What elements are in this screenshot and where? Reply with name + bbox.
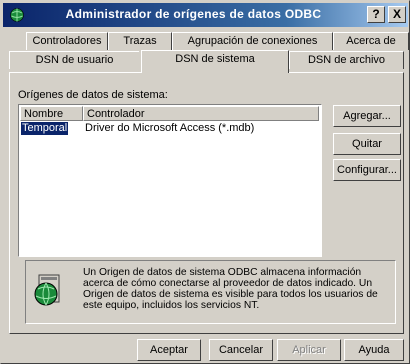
info-text: Un Origen de datos de sistema ODBC almac… (83, 267, 378, 311)
close-button[interactable]: X (388, 6, 406, 23)
tab-acerca-de[interactable]: Acerca de (333, 32, 409, 50)
odbc-dialog: Administrador de orígenes de datos ODBC … (0, 0, 410, 364)
add-button[interactable]: Agregar... (333, 105, 401, 127)
configure-button[interactable]: Configurar... (333, 159, 401, 181)
tab-dsn-sistema[interactable]: DSN de sistema (141, 50, 289, 73)
title-bar[interactable]: Administrador de orígenes de datos ODBC … (3, 3, 408, 27)
apply-button[interactable]: Aplicar (277, 339, 341, 361)
row-driver-cell: Driver do Microsoft Access (*.mdb) (85, 122, 255, 134)
tab-dsn-usuario[interactable]: DSN de usuario (9, 51, 139, 69)
remove-button[interactable]: Quitar (333, 133, 401, 155)
cancel-button[interactable]: Cancelar (209, 339, 273, 361)
ok-button[interactable]: Aceptar (137, 339, 201, 361)
help-button[interactable]: Ayuda (344, 339, 404, 361)
tab-agrupacion-conexiones[interactable]: Agrupación de conexiones (172, 32, 333, 50)
window-title: Administrador de orígenes de datos ODBC (65, 7, 322, 21)
tab-dsn-archivo[interactable]: DSN de archivo (289, 51, 404, 69)
list-label: Orígenes de datos de sistema: (18, 89, 168, 101)
table-row[interactable]: Temporal Driver do Microsoft Access (*.m… (19, 121, 320, 136)
column-header-nombre[interactable]: Nombre (20, 106, 83, 121)
help-title-button[interactable]: ? (367, 6, 385, 23)
tab-trazas[interactable]: Trazas (108, 32, 172, 50)
datasource-list[interactable]: Nombre Controlador Temporal Driver do Mi… (18, 104, 322, 257)
row-name-cell: Temporal (19, 121, 70, 136)
column-header-controlador[interactable]: Controlador (83, 106, 319, 121)
odbc-globe-icon (34, 274, 60, 306)
tab-controladores[interactable]: Controladores (26, 32, 108, 50)
info-box: Un Origen de datos de sistema ODBC almac… (25, 260, 396, 324)
